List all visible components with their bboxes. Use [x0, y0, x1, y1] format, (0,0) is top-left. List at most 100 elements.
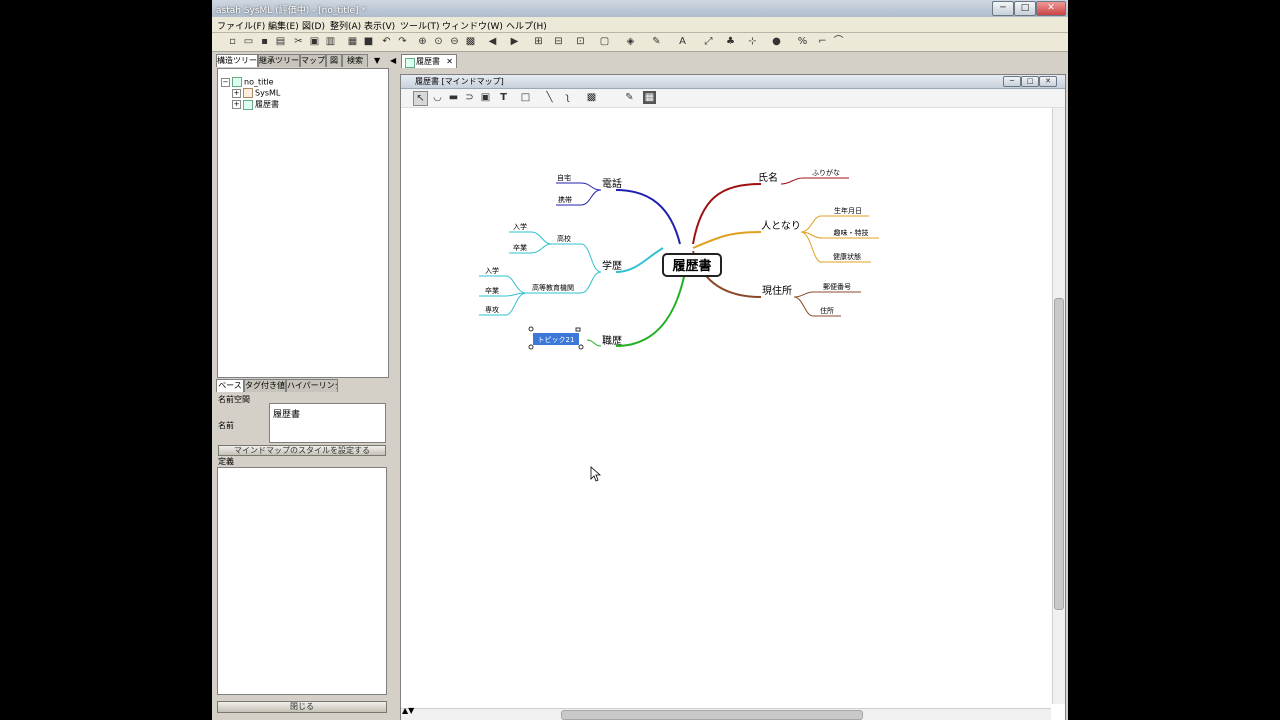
- menu-tool[interactable]: ツール(T): [400, 19, 440, 32]
- delete-icon[interactable]: ■: [362, 35, 375, 48]
- topic-phone: 電話: [602, 177, 622, 190]
- percent-icon[interactable]: %: [796, 35, 809, 48]
- menu-align[interactable]: 整列(A): [330, 19, 361, 32]
- text-tool-icon[interactable]: T: [497, 91, 510, 104]
- topic-postal-code: 郵便番号: [823, 282, 851, 291]
- mindmap-icon: [243, 99, 253, 110]
- fill-color-icon[interactable]: ◈: [624, 35, 637, 48]
- name-field[interactable]: 履歴書: [269, 403, 386, 443]
- diagram-maximize-button[interactable]: □: [1021, 76, 1039, 87]
- tab-close-icon[interactable]: ✕: [446, 55, 453, 69]
- zoom-in-icon[interactable]: ⊕: [416, 35, 429, 48]
- open-icon[interactable]: ▭: [242, 35, 255, 48]
- back-icon[interactable]: ◀: [486, 35, 499, 48]
- collapse-arrow-icon[interactable]: ◀: [390, 56, 396, 65]
- tree-root[interactable]: − no_title: [221, 77, 274, 87]
- menu-file[interactable]: ファイル(F): [217, 19, 265, 32]
- menu-window[interactable]: ウィンドウ(W): [442, 19, 503, 32]
- group-icon[interactable]: ⊹: [746, 35, 759, 48]
- editor-area: 履歴書 ✕ 履歴書 [マインドマップ] ─ □ ✕ ↖ ◡ ▬ ⊃ ▣ T □ …: [399, 54, 1066, 720]
- diagram-toolbar: ↖ ◡ ▬ ⊃ ▣ T □ ╲ ʅ ▩ ✎ ▦: [401, 89, 1065, 108]
- fit-icon[interactable]: ▩: [464, 35, 477, 48]
- line-style-icon[interactable]: ⤢: [702, 35, 715, 48]
- vertical-scroll-thumb[interactable]: [1054, 298, 1064, 610]
- diagram-minimize-button[interactable]: ─: [1003, 76, 1021, 87]
- diagram-title: 履歴書 [マインドマップ]: [415, 77, 504, 86]
- tab-tagged-values[interactable]: タグ付き値: [244, 379, 286, 392]
- zoom-icon[interactable]: ⊙: [432, 35, 445, 48]
- print-icon[interactable]: ▤: [274, 35, 287, 48]
- font-color-icon[interactable]: A: [676, 35, 689, 48]
- tab-base[interactable]: ベース: [216, 379, 244, 392]
- tab-search[interactable]: 検索: [342, 54, 368, 67]
- expand-icon[interactable]: +: [232, 88, 241, 98]
- curve-icon[interactable]: ⌒: [832, 35, 845, 48]
- tab-hyperlink[interactable]: ハイパーリンク: [286, 379, 338, 392]
- image-insert-icon[interactable]: ▩: [585, 91, 598, 104]
- set-mindmap-style-button[interactable]: マインドマップのスタイルを設定する: [218, 445, 386, 456]
- mindmap-svg: 履歴書 氏名 ふりがな 人となり 生年月日 趣味・特技 健康状態 現住所 郵便番…: [479, 168, 879, 482]
- minimize-button[interactable]: ─: [992, 1, 1014, 16]
- pin-icon[interactable]: ✎: [623, 91, 636, 104]
- paste-icon[interactable]: ▥: [324, 35, 337, 48]
- menu-edit[interactable]: 編集(E): [268, 19, 299, 32]
- maximize-button[interactable]: □: [1014, 1, 1036, 16]
- topic-hs-enter: 入学: [513, 222, 527, 231]
- menu-view[interactable]: 表示(V): [364, 19, 395, 32]
- menu-diagram[interactable]: 図(D): [302, 19, 325, 32]
- expand-icon[interactable]: +: [232, 100, 241, 109]
- tab-structure-tree[interactable]: 構造ツリー: [216, 54, 258, 67]
- menu-bar: ファイル(F) 編集(E) 図(D) 整列(A) 表示(V) ツール(T) ウィ…: [212, 17, 1068, 33]
- overview-icon[interactable]: ▦: [643, 91, 656, 104]
- selection-handle: [528, 344, 534, 350]
- close-panel-button[interactable]: 閉じる: [217, 701, 387, 713]
- link-tool-icon[interactable]: ⊃: [463, 91, 476, 104]
- color-ball-icon[interactable]: ●: [770, 35, 783, 48]
- splitter[interactable]: ◀: [389, 54, 397, 720]
- tree-layout-icon[interactable]: ♣: [724, 35, 737, 48]
- expand-collapse-arrows-icon[interactable]: ▲▼: [402, 706, 414, 715]
- definition-field[interactable]: [217, 467, 387, 695]
- save-icon[interactable]: ▪: [258, 35, 271, 48]
- package-icon: [243, 88, 253, 98]
- distribute-icon[interactable]: ⊟: [552, 35, 565, 48]
- topic-tool-icon[interactable]: ◡: [431, 91, 444, 104]
- rectangle-tool-icon[interactable]: □: [519, 91, 532, 104]
- diagram-close-button[interactable]: ✕: [1039, 76, 1057, 87]
- image-tool-icon[interactable]: ▣: [479, 91, 492, 104]
- editor-tab[interactable]: 履歴書 ✕: [401, 54, 457, 68]
- cut-icon[interactable]: ✂: [292, 35, 305, 48]
- line-icon[interactable]: ⌐: [816, 35, 829, 48]
- dropdown-icon[interactable]: ▼: [374, 56, 380, 65]
- undo-icon[interactable]: ↶: [380, 35, 393, 48]
- topic-career: 職歴: [602, 335, 622, 347]
- structure-tree: − no_title + SysML + 履歴書: [217, 68, 389, 378]
- copy-icon[interactable]: ▣: [308, 35, 321, 48]
- line-tool-icon[interactable]: ╲: [543, 91, 556, 104]
- select-tool-icon[interactable]: ↖: [413, 91, 428, 106]
- tab-map[interactable]: マップ: [300, 54, 326, 67]
- collapse-icon[interactable]: −: [221, 77, 230, 87]
- tab-diagram[interactable]: 図: [326, 54, 342, 67]
- align-icon[interactable]: ⊞: [532, 35, 545, 48]
- tree-item-mindmap[interactable]: + 履歴書: [232, 99, 279, 110]
- redo-icon[interactable]: ↷: [396, 35, 409, 48]
- tree-item-sysml[interactable]: + SysML: [232, 88, 280, 98]
- new-icon[interactable]: ▫: [226, 35, 239, 48]
- layout-icon[interactable]: ⊡: [574, 35, 587, 48]
- topic-higher-education: 高等教育機関: [532, 283, 574, 292]
- line-color-icon[interactable]: ✎: [650, 35, 663, 48]
- vertical-scrollbar[interactable]: [1052, 108, 1065, 704]
- horizontal-scrollbar[interactable]: [401, 708, 1051, 720]
- curve-tool-icon[interactable]: ʅ: [561, 91, 574, 104]
- close-button[interactable]: ✕: [1036, 1, 1066, 16]
- menu-help[interactable]: ヘルプ(H): [506, 19, 547, 32]
- zoom-out-icon[interactable]: ⊖: [448, 35, 461, 48]
- horizontal-scroll-thumb[interactable]: [561, 710, 863, 720]
- mindmap-canvas[interactable]: 履歴書 氏名 ふりがな 人となり 生年月日 趣味・特技 健康状態 現住所 郵便番…: [401, 108, 1051, 704]
- copy-diagram-icon[interactable]: ▦: [346, 35, 359, 48]
- subtopic-tool-icon[interactable]: ▬: [447, 91, 460, 104]
- size-icon[interactable]: ▢: [598, 35, 611, 48]
- tab-inheritance-tree[interactable]: 継承ツリー: [258, 54, 300, 67]
- forward-icon[interactable]: ▶: [508, 35, 521, 48]
